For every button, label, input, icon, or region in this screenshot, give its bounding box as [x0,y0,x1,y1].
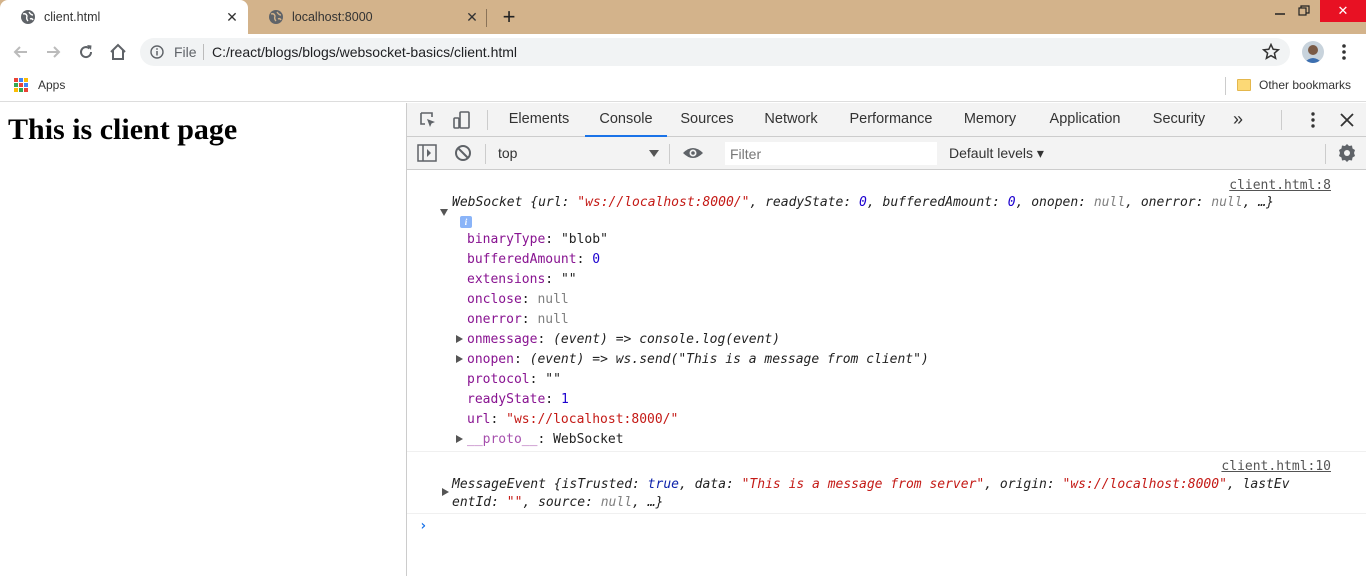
expand-triangle-icon[interactable] [456,435,463,443]
apps-label: Apps [38,78,66,92]
tab-strip: client.html ✕ localhost:8000 ✕ + ✕ [0,0,1366,34]
apps-grid-icon [14,78,28,92]
clear-console-icon[interactable] [452,142,474,164]
sidebar-toggle-icon[interactable] [416,142,438,164]
property-row: onclose: null [467,292,569,307]
filter-field[interactable] [725,142,937,165]
property-row: bufferedAmount: 0 [467,252,601,267]
tab-title: localhost:8000 [292,10,373,24]
source-link[interactable]: client.html:8 [1229,178,1331,193]
filter-input[interactable] [725,142,937,165]
toolbar-divider [1325,144,1326,164]
globe-icon [21,10,35,24]
tab-performance[interactable]: Performance [841,103,941,137]
devtools-menu-icon[interactable] [1302,109,1324,131]
object-summary[interactable]: WebSocket {url: "ws://localhost:8000/", … [452,195,1274,210]
console-toolbar: top Default levels ▾ [407,137,1366,170]
inspect-element-icon[interactable] [417,109,439,131]
property-row[interactable]: onmessage: (event) => console.log(event) [467,332,780,347]
source-link[interactable]: client.html:10 [1221,459,1331,474]
devtools-tab-bar: Elements Console Sources Network Perform… [407,103,1366,137]
restore-icon[interactable] [1290,0,1318,22]
forward-arrow-icon[interactable] [41,40,65,64]
tab-divider [486,9,487,27]
device-toolbar-icon[interactable] [451,109,473,131]
object-summary-wrap[interactable]: entId: "", source: null, …} [452,495,663,510]
property-row: extensions: "" [467,272,577,287]
expand-triangle-icon[interactable] [456,335,463,343]
toolbar-divider [669,144,670,164]
tab-title: client.html [44,10,101,24]
page-viewport: This is client page [0,103,406,576]
tab-close-icon[interactable]: ✕ [222,7,242,27]
scheme-label: File [174,44,197,60]
reload-icon[interactable] [74,40,98,64]
info-badge-icon[interactable]: i [460,216,472,228]
tab-security[interactable]: Security [1145,103,1213,137]
console-output: client.html:8 WebSocket {url: "ws://loca… [407,170,1366,576]
page-heading: This is client page [8,113,238,146]
more-tabs-icon[interactable]: » [1223,103,1253,137]
bookmark-star-icon[interactable] [1262,43,1280,61]
devtools-divider [487,110,488,130]
tab-localhost[interactable]: localhost:8000 ✕ [248,0,488,34]
property-row: readyState: 1 [467,392,569,407]
eye-icon[interactable] [682,142,704,164]
tab-memory[interactable]: Memory [955,103,1025,137]
expand-triangle-icon[interactable] [456,355,463,363]
expand-triangle-icon[interactable] [442,488,449,496]
info-icon[interactable] [150,45,164,59]
context-selector[interactable]: top [498,145,517,161]
property-row: binaryType: "blob" [467,232,608,247]
console-message: client.html:10 MessageEvent {isTrusted: … [407,453,1366,514]
url-text[interactable]: C:/react/blogs/blogs/websocket-basics/cl… [212,44,517,60]
address-divider [203,44,204,60]
other-bookmarks[interactable]: Other bookmarks [1237,78,1351,92]
browser-toolbar: File C:/react/blogs/blogs/websocket-basi… [0,34,1366,70]
devtools-divider [1281,110,1282,130]
toolbar-divider [485,144,486,164]
tab-network[interactable]: Network [755,103,827,137]
bookmarks-divider [1225,77,1226,95]
property-row: protocol: "" [467,372,561,387]
devtools-close-icon[interactable] [1336,109,1358,131]
tab-console[interactable]: Console [585,103,667,137]
globe-icon [269,10,283,24]
devtools-panel: Elements Console Sources Network Perform… [406,103,1366,576]
context-dropdown-icon[interactable] [649,150,659,157]
address-bar[interactable]: File C:/react/blogs/blogs/websocket-basi… [140,38,1290,66]
chrome-menu-icon[interactable] [1336,42,1352,62]
object-summary[interactable]: MessageEvent {isTrusted: true, data: "Th… [452,477,1290,492]
back-arrow-icon[interactable] [9,40,33,64]
log-levels-dropdown[interactable]: Default levels ▾ [949,145,1044,162]
gear-icon[interactable] [1336,142,1358,164]
tab-client-html[interactable]: client.html ✕ [0,0,248,34]
console-message: client.html:8 WebSocket {url: "ws://loca… [407,170,1366,452]
tab-close-icon[interactable]: ✕ [462,7,482,27]
property-row[interactable]: onopen: (event) => ws.send("This is a me… [467,352,929,367]
new-tab-icon[interactable]: + [498,6,520,28]
home-icon[interactable] [106,40,130,64]
profile-avatar[interactable] [1302,41,1324,63]
bookmarks-bar: Apps Other bookmarks [0,70,1366,102]
property-row[interactable]: __proto__: WebSocket [467,432,624,447]
tab-application[interactable]: Application [1039,103,1131,137]
other-bookmarks-label: Other bookmarks [1259,78,1352,92]
property-row: url: "ws://localhost:8000/" [467,412,679,427]
folder-icon [1237,79,1251,91]
apps-shortcut[interactable]: Apps [14,78,65,92]
collapse-triangle-icon[interactable] [440,209,448,216]
tab-sources[interactable]: Sources [673,103,741,137]
window-close-icon[interactable]: ✕ [1320,0,1366,22]
tab-elements[interactable]: Elements [499,103,579,137]
console-prompt-icon[interactable]: › [419,518,427,534]
property-row: onerror: null [467,312,569,327]
